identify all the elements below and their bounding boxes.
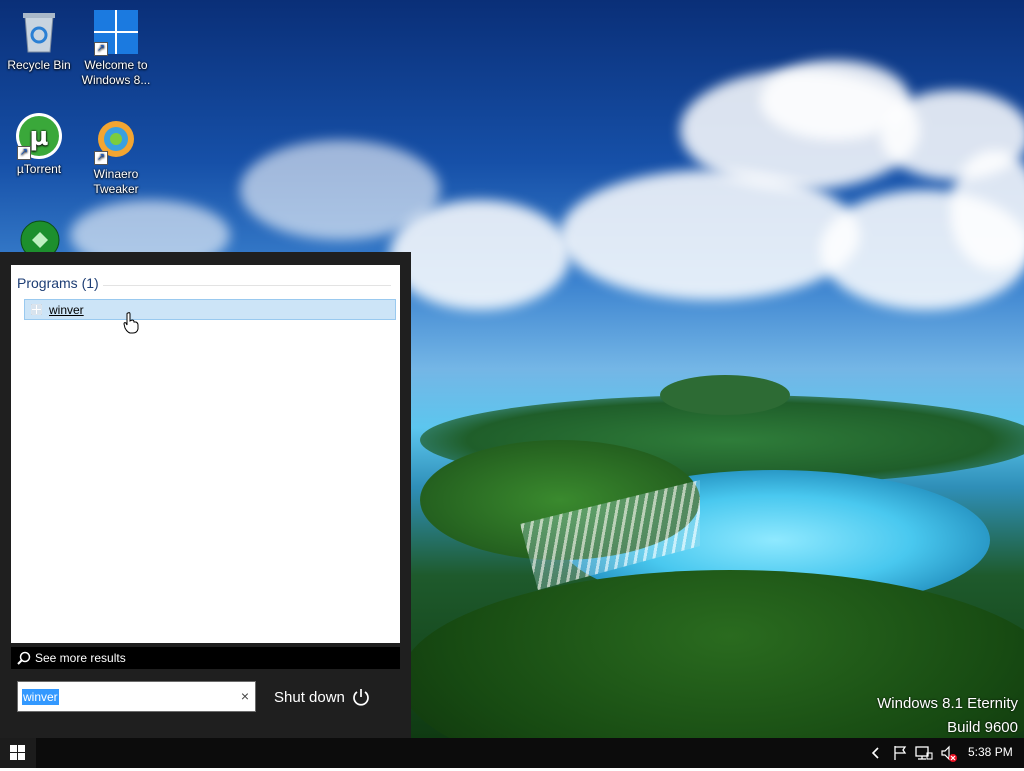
shortcut-arrow-icon: ↗ [94,151,108,165]
volume-muted-icon[interactable] [940,745,958,763]
search-icon [17,651,31,665]
desktop-icon-utorrent[interactable]: µ ↗ µTorrent [3,112,75,177]
desktop-icon-label: Winaero Tweaker [93,167,139,196]
start-search-box[interactable]: winver × [17,681,256,712]
desktop-icon-partial[interactable] [20,220,60,260]
see-more-results-link[interactable]: See more results [11,647,400,669]
programs-section-header: Programs (1) [17,275,99,291]
desktop-icon-recycle-bin[interactable]: Recycle Bin [3,8,75,73]
result-item-winver[interactable]: winver [24,299,396,320]
svg-text:µ: µ [29,122,48,152]
desktop-icon-label: Recycle Bin [7,58,71,72]
shortcut-arrow-icon: ↗ [94,42,108,56]
start-menu: Programs (1) winver See more results win… [0,252,411,738]
windows-logo-icon [10,745,25,760]
hand-cursor-icon [123,312,139,334]
section-divider [103,285,391,286]
green-globe-icon [20,220,60,260]
desktop-icon-winaero-tweaker[interactable]: ↗ Winaero Tweaker [80,117,152,197]
taskbar: 5:38 PM [0,738,1024,768]
desktop-icon-welcome[interactable]: ↗ Welcome to Windows 8... [80,8,152,88]
flag-icon[interactable] [893,745,907,761]
utorrent-icon: µ ↗ [15,112,63,160]
search-results-panel: Programs (1) winver [11,265,400,643]
desktop-icon-label: Welcome to Windows 8... [81,58,151,87]
shutdown-button-label[interactable]: Shut down [274,689,345,706]
recycle-bin-icon [15,8,63,56]
chevron-left-icon[interactable] [870,745,882,761]
shortcut-arrow-icon: ↗ [17,146,31,160]
build-watermark-line1: Windows 8.1 Eternity [877,695,1018,712]
power-icon[interactable] [352,688,370,706]
result-item-label: winver [49,303,84,317]
app-window-icon [31,304,42,315]
desktop-icon-label: µTorrent [16,162,62,176]
see-more-results-label: See more results [35,651,126,665]
winaero-tweaker-icon: ↗ [92,117,140,165]
windows-logo-icon: ↗ [92,8,140,56]
build-watermark-line2: Build 9600 [947,719,1018,736]
start-button[interactable] [0,738,36,768]
network-icon[interactable] [915,745,933,761]
taskbar-clock[interactable]: 5:38 PM [968,745,1013,759]
clear-search-icon[interactable]: × [241,688,249,704]
search-input[interactable]: winver [22,689,59,705]
